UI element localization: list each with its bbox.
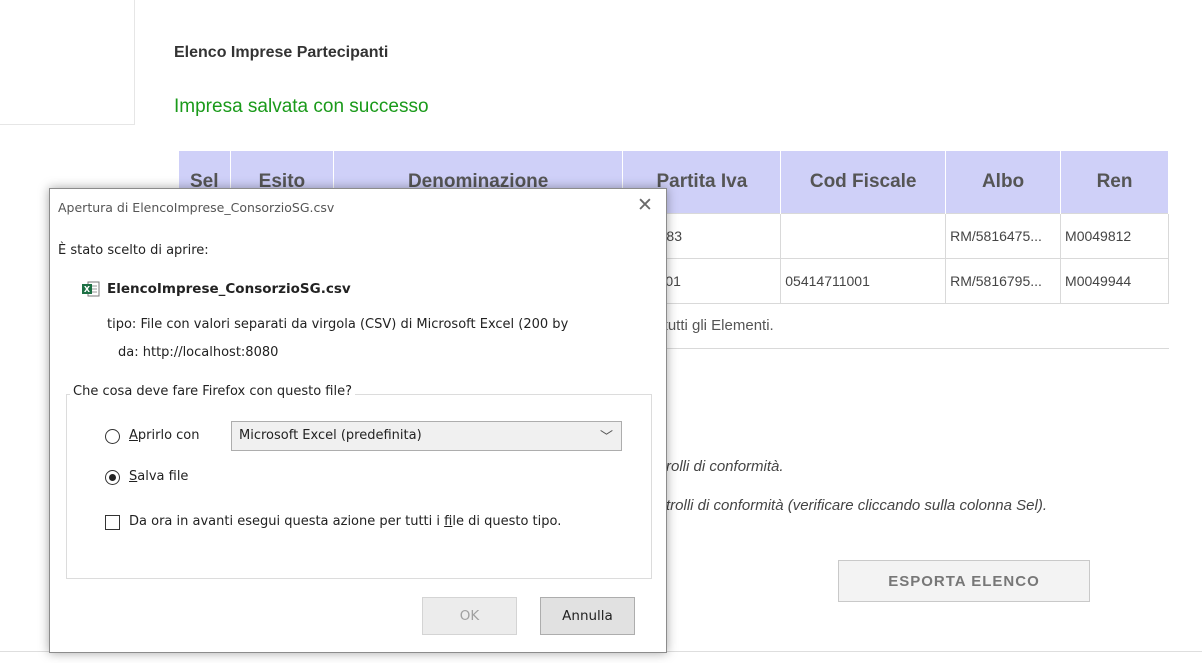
ok-button[interactable]: OK: [422, 597, 517, 635]
file-type-label: tipo:: [107, 317, 137, 332]
table-footer-text: strati tutti gli Elementi.: [622, 302, 1169, 349]
success-message: Impresa salvata con successo: [174, 96, 429, 117]
application-select[interactable]: Microsoft Excel (predefinita) ﹀: [231, 421, 622, 451]
action-question: Che cosa deve fare Firefox con questo fi…: [70, 384, 355, 399]
dialog-intro: È stato scelto di aprire:: [58, 243, 209, 258]
cell-albo: RM/5816795...: [945, 257, 1062, 304]
close-icon[interactable]: ✕: [632, 193, 658, 217]
dialog-title: Apertura di ElencoImprese_ConsorzioSG.cs…: [58, 200, 335, 215]
left-panel: [0, 0, 135, 125]
file-type-value: File con valori separati da virgola (CSV…: [140, 317, 569, 332]
header-albo[interactable]: Albo: [945, 151, 1062, 213]
download-dialog: Apertura di ElencoImprese_ConsorzioSG.cs…: [49, 188, 667, 653]
file-source-label: da:: [118, 345, 139, 360]
remember-action-label[interactable]: Da ora in avanti esegui questa azione pe…: [129, 514, 561, 529]
application-select-value: Microsoft Excel (predefinita): [239, 428, 422, 443]
file-source-row: da: http://localhost:8080: [118, 345, 278, 360]
remember-action-checkbox[interactable]: [105, 515, 120, 530]
save-file-radio[interactable]: [105, 470, 120, 485]
header-ren[interactable]: Ren: [1060, 151, 1169, 213]
page-title: Elenco Imprese Partecipanti: [174, 44, 389, 61]
svg-text:X: X: [84, 285, 91, 294]
save-file-label[interactable]: Salva file: [129, 469, 188, 484]
open-with-label[interactable]: Aprirlo con: [129, 428, 200, 443]
file-source-value: http://localhost:8080: [142, 345, 279, 360]
file-name: ElencoImprese_ConsorzioSG.csv: [107, 281, 351, 297]
cancel-button[interactable]: Annulla: [540, 597, 635, 635]
export-list-button[interactable]: ESPORTA ELENCO: [838, 560, 1090, 602]
cell-ren: M0049812: [1060, 212, 1169, 259]
conformity-note-verify: trolli di conformità (verificare cliccan…: [666, 497, 1047, 514]
cell-cod-fiscale: 05414711001: [780, 257, 947, 304]
header-cod-fiscale[interactable]: Cod Fiscale: [780, 151, 947, 213]
cell-cod-fiscale: [780, 212, 947, 259]
cell-ren: M0049944: [1060, 257, 1169, 304]
file-type-row: tipo: File con valori separati da virgol…: [107, 317, 568, 332]
cell-albo: RM/5816475...: [945, 212, 1062, 259]
open-with-radio[interactable]: [105, 429, 120, 444]
excel-csv-icon: X: [82, 281, 100, 297]
chevron-down-icon: ﹀: [599, 430, 613, 445]
conformity-note: rolli di conformità.: [666, 458, 784, 475]
